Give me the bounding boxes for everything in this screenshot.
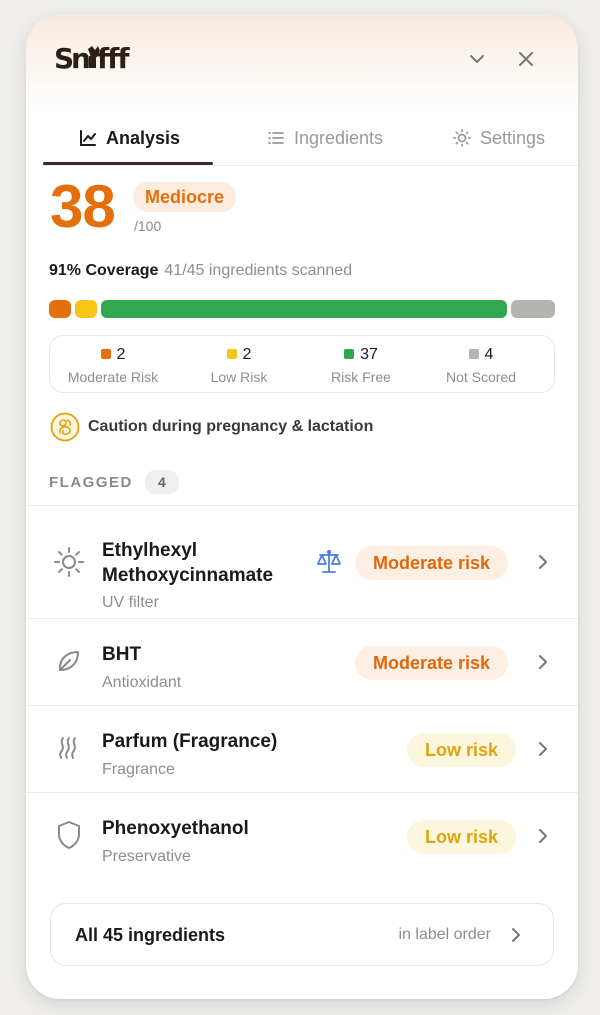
flagged-title: FLAGGED (49, 473, 133, 491)
risk-pill: Moderate risk (355, 646, 509, 680)
item-category: UV filter (102, 594, 159, 611)
close-icon (519, 52, 533, 66)
legend-count: 4 (484, 346, 494, 363)
legend-not-scored: 4 Not Scored (418, 336, 544, 394)
legend-label: Low Risk (210, 369, 268, 385)
flagged-item-ethylhexyl-methoxycinnamate[interactable]: Ethylhexyl Methoxycinnamate UV filter Mo… (26, 505, 578, 618)
risk-bar-segment-low (75, 300, 97, 318)
tab-bar: Analysis Ingredients Settings (43, 110, 578, 166)
legend-count: 37 (360, 346, 378, 363)
list-icon (268, 132, 284, 144)
pregnancy-icon (50, 412, 80, 442)
svg-text:fff: fff (97, 43, 130, 73)
legend-label: Not Scored (445, 369, 517, 385)
item-icon (52, 644, 86, 678)
risk-legend: 2 Moderate Risk 2 Low Risk 37 Risk Free … (49, 335, 555, 393)
legend-risk-free: 37 Risk Free (298, 336, 424, 394)
app-logo: S n fff (54, 42, 146, 75)
item-icon (52, 818, 86, 852)
item-name: BHT (102, 644, 142, 665)
risk-bar-segment-free (101, 300, 508, 318)
all-ingredients-hint: in label order (398, 926, 492, 943)
sun-icon (54, 547, 84, 577)
coverage-percent: 91% Coverage (49, 262, 159, 279)
item-name: Ethylhexyl (102, 540, 198, 561)
chevron-right-icon (512, 928, 520, 942)
risk-pill: Moderate risk (355, 546, 509, 580)
tab-label: Ingredients (294, 127, 384, 148)
chevron-right-icon (539, 829, 547, 843)
risk-bar-segment-moderate (49, 300, 71, 318)
scale-icon (317, 549, 341, 573)
score-value: 38 (50, 173, 116, 240)
sniff-logo: S n fff (54, 42, 132, 75)
shield-icon (58, 821, 80, 849)
flagged-item-phenoxyethanol[interactable]: Phenoxyethanol Preservative Low risk (26, 792, 578, 879)
item-icon (52, 545, 86, 579)
extension-popup: S n fff Analysis Ingredients Settings 38… (26, 14, 578, 999)
chevron-down-icon (470, 55, 484, 63)
active-tab-indicator (43, 162, 213, 165)
flagged-item-bht[interactable]: BHT Antioxidant Moderate risk (26, 618, 578, 705)
risk-distribution-bar (49, 300, 555, 318)
item-name: Phenoxyethanol (102, 818, 249, 839)
item-category: Preservative (102, 848, 191, 865)
flagged-item-parfum[interactable]: Parfum (Fragrance) Fragrance Low risk (26, 705, 578, 792)
close-button[interactable] (509, 42, 543, 76)
item-icon (52, 731, 86, 765)
leaf-icon (58, 651, 79, 671)
legend-label: Risk Free (331, 369, 391, 385)
legend-count: 2 (116, 346, 126, 363)
legend-count: 2 (242, 346, 252, 363)
chevron-right-icon (539, 742, 547, 756)
item-category: Antioxidant (102, 674, 182, 691)
caution-text: Caution during pregnancy & lactation (88, 418, 374, 435)
all-ingredients-label: All 45 ingredients (75, 925, 226, 945)
flagged-count: 4 (144, 470, 179, 494)
legend-swatch (468, 349, 479, 359)
risk-pill: Low risk (407, 820, 517, 854)
all-ingredients-button[interactable]: All 45 ingredients in label order (50, 903, 554, 966)
svg-text:n: n (71, 43, 89, 73)
tab-analysis[interactable]: Analysis (79, 110, 180, 166)
item-name-continued: Methoxycinnamate (102, 565, 274, 586)
legend-moderate-risk: 2 Moderate Risk (50, 336, 176, 394)
tab-label: Settings (480, 127, 546, 148)
chevron-right-icon (539, 655, 547, 669)
tab-settings[interactable]: Settings (453, 110, 545, 166)
legend-swatch (344, 349, 355, 359)
coverage-summary: 91% Coverage 41/45 ingredients scanned (49, 262, 352, 280)
score-max: /100 (134, 218, 162, 234)
legend-low-risk: 2 Low Risk (176, 336, 302, 394)
legend-swatch (226, 349, 237, 359)
legend-swatch (100, 349, 111, 359)
tab-ingredients[interactable]: Ingredients (267, 110, 383, 166)
legend-label: Moderate Risk (67, 369, 159, 385)
item-name: Parfum (Fragrance) (102, 731, 278, 752)
flagged-header: FLAGGED 4 (49, 470, 179, 494)
sun-gear-icon (453, 129, 471, 147)
regulated-indicator (315, 548, 343, 581)
chevron-right-icon (539, 555, 547, 569)
scent-waves-icon (59, 737, 76, 759)
risk-pill: Low risk (407, 733, 517, 767)
score-rating-badge: Mediocre (133, 182, 237, 212)
tab-label: Analysis (106, 127, 181, 148)
pregnancy-caution: Caution during pregnancy & lactation (50, 412, 373, 442)
coverage-detail: 41/45 ingredients scanned (164, 262, 353, 279)
chart-line-icon (80, 130, 96, 146)
item-category: Fragrance (102, 761, 175, 778)
collapse-button[interactable] (460, 42, 494, 76)
risk-bar-segment-unscored (511, 300, 555, 318)
